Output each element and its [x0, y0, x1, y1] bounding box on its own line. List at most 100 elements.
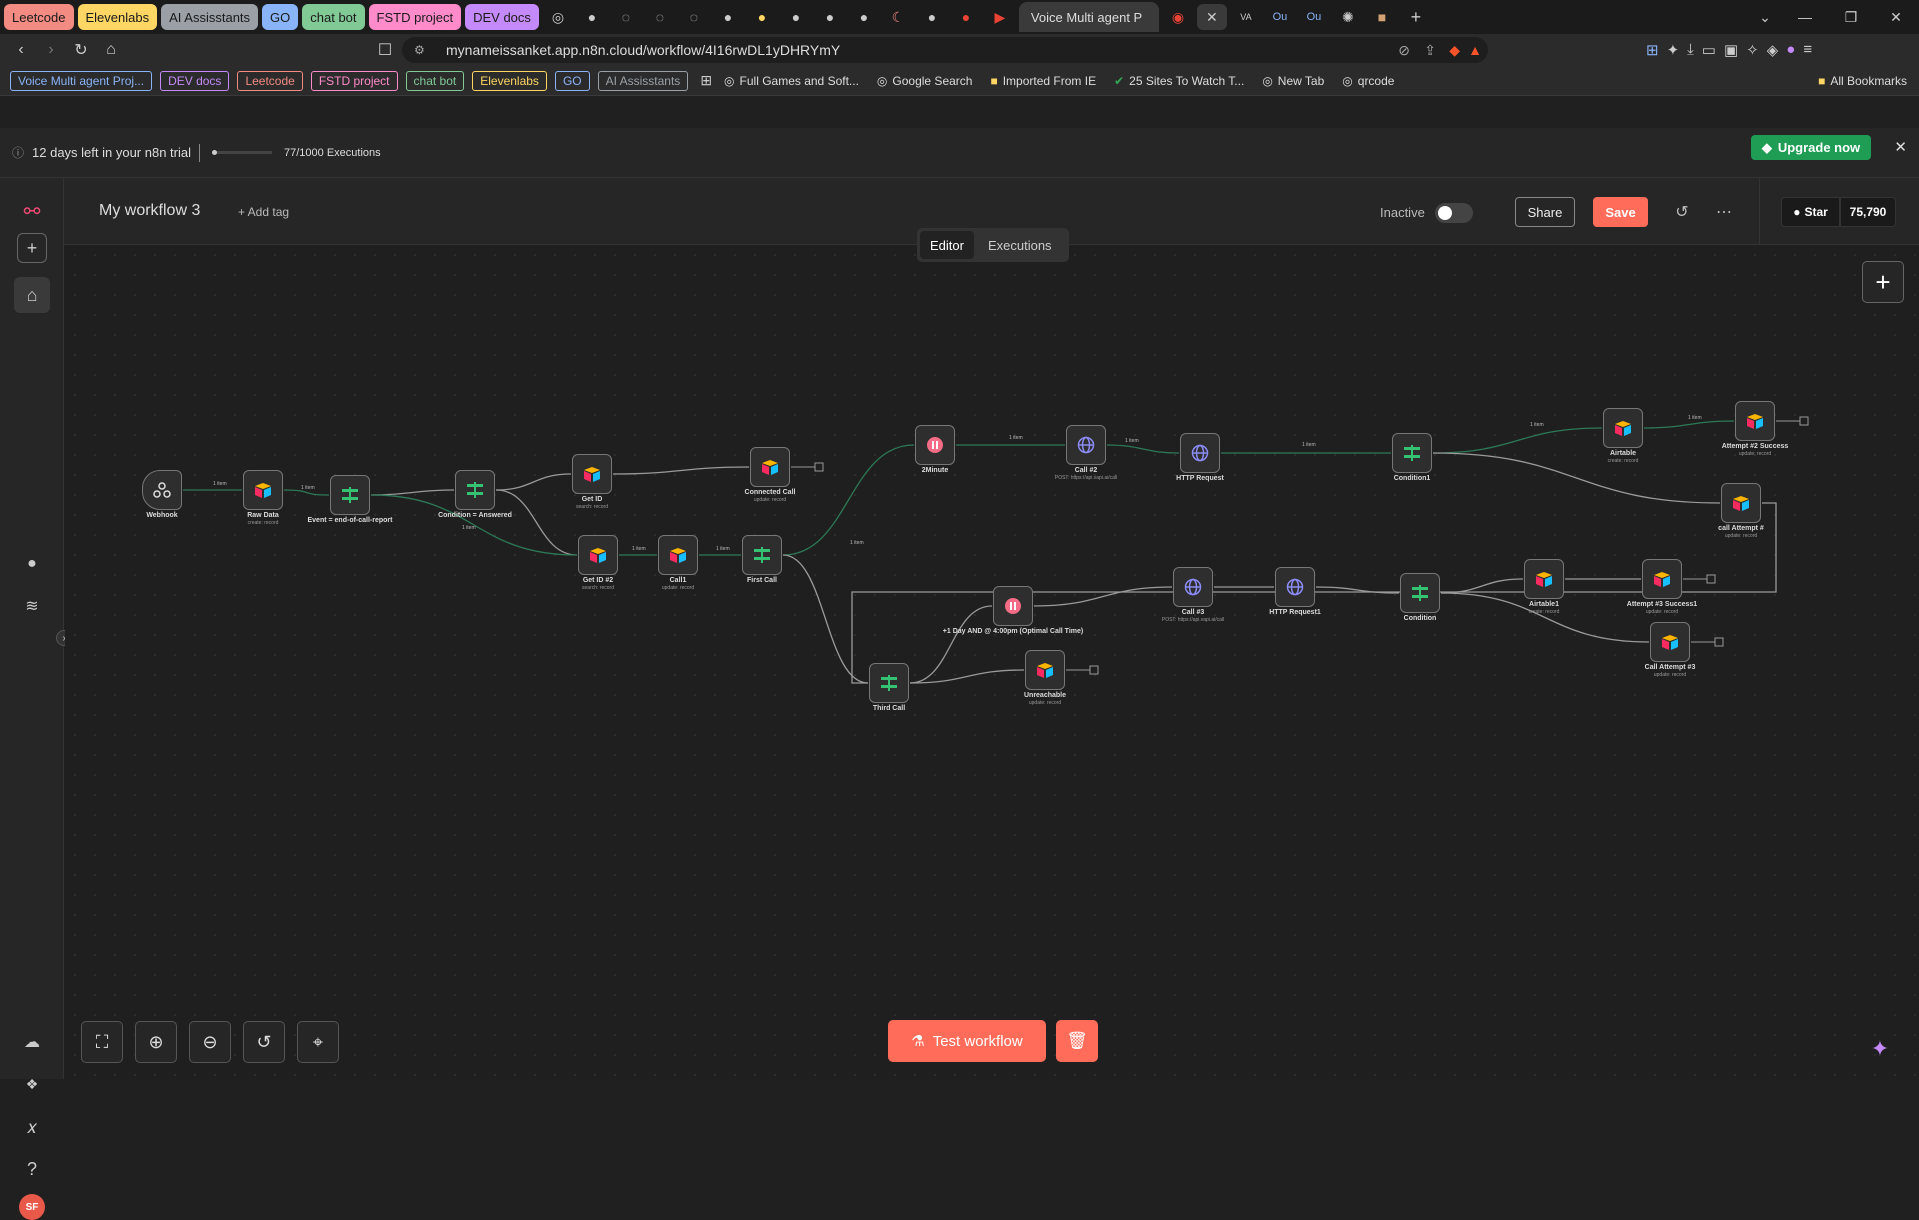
active-toggle[interactable] [1435, 203, 1473, 223]
node-attempt3[interactable] [1642, 559, 1682, 599]
tab-group[interactable]: FSTD project [368, 4, 462, 30]
vpn-icon[interactable]: ◈ [1767, 41, 1779, 59]
tab-group[interactable]: AI Assisstants [161, 4, 259, 30]
node-unreachable[interactable] [1025, 650, 1065, 690]
github-tab-icon[interactable]: ● [849, 4, 879, 30]
node-callattempt3[interactable] [1650, 622, 1690, 662]
tab-group[interactable]: Elevenlabs [77, 4, 158, 30]
connection-line[interactable] [909, 605, 993, 684]
bookmark-group[interactable]: Leetcode [237, 70, 303, 91]
connection-line[interactable] [612, 466, 750, 475]
all-bookmarks[interactable]: ■ All Bookmarks [1818, 74, 1907, 88]
ai-assistant-icon[interactable]: ✦ [1862, 1031, 1898, 1067]
layers-icon[interactable]: ≋ [14, 588, 50, 624]
node-connected[interactable] [750, 447, 790, 487]
node-event[interactable] [330, 475, 370, 515]
outlook-tab-icon[interactable]: Ou [1265, 4, 1295, 30]
download-icon[interactable]: ⤓ [1687, 41, 1694, 59]
add-connection-icon[interactable] [1799, 416, 1809, 426]
bookmark-group[interactable]: Elevenlabs [472, 70, 547, 91]
delete-icon[interactable]: 🗑 [1056, 1020, 1098, 1062]
node-attempt2[interactable] [1735, 401, 1775, 441]
node-httpreq1[interactable] [1275, 567, 1315, 607]
forward-icon[interactable]: › [36, 35, 66, 65]
node-call3[interactable] [1173, 567, 1213, 607]
cloud-icon[interactable]: ☁ [14, 1024, 50, 1060]
github-star-button[interactable]: ● Star [1781, 197, 1840, 227]
connection-line[interactable] [1106, 444, 1180, 454]
node-airtable[interactable] [1603, 408, 1643, 448]
templates-icon[interactable]: ❖ [14, 1066, 50, 1102]
record-tab-icon[interactable]: ◉ [1163, 4, 1193, 30]
new-tab-icon[interactable]: + [1401, 4, 1431, 30]
bookmark-page-icon[interactable]: ☐ [370, 35, 400, 65]
bookmark-link[interactable]: ◎ qrcode [1342, 74, 1394, 88]
emoji-tab-icon[interactable]: ● [747, 4, 777, 30]
active-tab[interactable]: Voice Multi agent P [1018, 2, 1159, 32]
home-icon[interactable]: ⌂ [14, 277, 50, 313]
connection-line[interactable] [370, 489, 455, 496]
workflow-name[interactable]: My workflow 3 [99, 202, 200, 220]
bookmark-group[interactable]: FSTD project [310, 70, 398, 91]
node-firstcall[interactable] [742, 535, 782, 575]
zoom-out-icon[interactable]: ⊖ [189, 1021, 231, 1063]
moon-tab-icon[interactable]: ☾ [883, 4, 913, 30]
node-call1[interactable] [658, 535, 698, 575]
site-info-icon[interactable]: ⚙ [414, 43, 425, 57]
leo-ai-icon[interactable]: ✧ [1746, 41, 1759, 59]
openai-tab-icon[interactable]: ✺ [1333, 4, 1363, 30]
va-tab-icon[interactable]: VA [1231, 4, 1261, 30]
chrome-tab-icon[interactable]: ◎ [543, 4, 573, 30]
tracking-icon[interactable]: ⊘ [1398, 42, 1410, 59]
share-icon[interactable]: ⇪ [1424, 42, 1436, 59]
node-thirdcall[interactable] [869, 663, 909, 703]
node-httpreq[interactable] [1180, 433, 1220, 473]
add-connection-icon[interactable] [1706, 574, 1716, 584]
node-call2[interactable] [1066, 425, 1106, 465]
bookmark-group[interactable]: GO [554, 70, 590, 91]
user-icon[interactable]: ● [14, 546, 50, 582]
tab-group[interactable]: chat bot [302, 4, 365, 30]
github-tab-icon[interactable]: ● [713, 4, 743, 30]
brave-shield-icon[interactable]: ◆ [1449, 42, 1460, 59]
youtube-tab-icon[interactable]: ▶ [985, 4, 1015, 30]
apps-grid-icon[interactable]: ⊞ [700, 72, 712, 89]
youtube-music-tab-icon[interactable]: ● [951, 4, 981, 30]
bookmark-link[interactable]: ■ Imported From IE [990, 74, 1096, 88]
github-tab-icon[interactable]: ● [781, 4, 811, 30]
url-field[interactable]: ⚙ mynameissanket.app.n8n.cloud/workflow/… [402, 37, 1488, 63]
connection-line[interactable] [909, 669, 1025, 684]
share-button[interactable]: Share [1515, 197, 1575, 227]
add-connection-icon[interactable] [814, 462, 824, 472]
test-workflow-button[interactable]: ⚗ Test workflow [888, 1020, 1046, 1062]
extensions-icon[interactable]: ✦ [1667, 41, 1680, 59]
node-oneday[interactable] [993, 586, 1033, 626]
bookmark-link[interactable]: ◎ Full Games and Soft... [724, 74, 859, 88]
node-webhook[interactable] [142, 470, 182, 510]
history-icon[interactable]: ↺ [1667, 197, 1697, 227]
node-condition1[interactable] [1392, 433, 1432, 473]
minimize-icon[interactable]: — [1782, 0, 1828, 34]
profile-tab-icon[interactable]: ■ [1367, 4, 1397, 30]
close-banner-icon[interactable]: ✕ [1894, 138, 1907, 156]
bookmark-link[interactable]: ◎ Google Search [877, 74, 973, 88]
wallet-icon[interactable]: ▣ [1724, 41, 1738, 59]
close-tab-icon[interactable]: ✕ [1196, 4, 1227, 30]
add-connection-icon[interactable] [1714, 637, 1724, 647]
home-icon[interactable]: ⌂ [96, 35, 126, 65]
outlook-tab-icon[interactable]: Ou [1299, 4, 1329, 30]
node-airtable1[interactable] [1524, 559, 1564, 599]
upgrade-button[interactable]: ◆ Upgrade now [1751, 135, 1871, 160]
github-tab-icon[interactable]: ● [577, 4, 607, 30]
bookmark-group[interactable]: chat bot [405, 70, 465, 91]
node-rawdata[interactable] [243, 470, 283, 510]
tab-group[interactable]: DEV docs [465, 4, 539, 30]
menu-icon[interactable]: ≡ [1803, 41, 1812, 59]
brave-rewards-icon[interactable]: ▲ [1468, 42, 1482, 58]
node-condition[interactable] [1400, 573, 1440, 613]
web-tab-icon[interactable]: ◌ [611, 4, 641, 30]
node-cond_answered[interactable] [455, 470, 495, 510]
back-icon[interactable]: ‹ [6, 35, 36, 65]
reset-zoom-icon[interactable]: ↺ [243, 1021, 285, 1063]
github-tab-icon[interactable]: ● [917, 4, 947, 30]
